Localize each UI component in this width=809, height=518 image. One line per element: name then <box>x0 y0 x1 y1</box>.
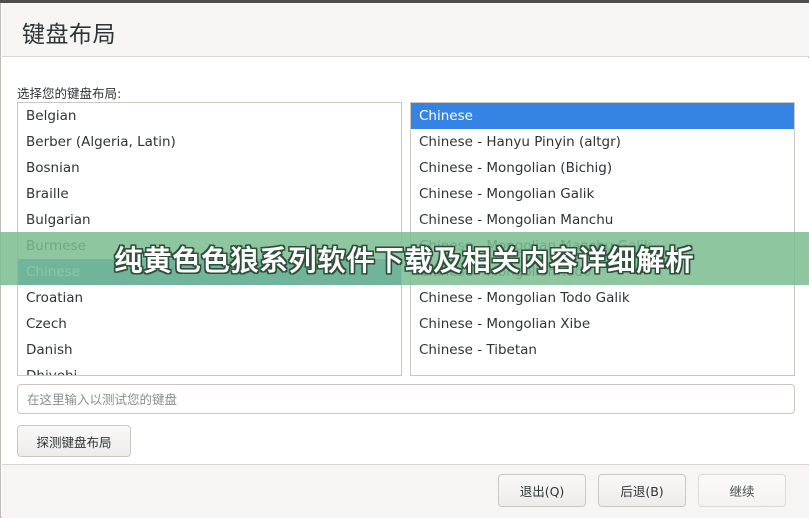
quit-button[interactable]: 退出(Q) <box>498 474 586 507</box>
main-content: 选择您的键盘布局: Belgian Berber (Algeria, Latin… <box>2 58 809 464</box>
page-title: 键盘布局 <box>22 22 116 48</box>
list-item[interactable]: Chinese - Mongolian (Bichig) <box>411 155 794 181</box>
keyboard-test-input[interactable] <box>17 384 795 414</box>
back-button[interactable]: 后退(B) <box>598 474 686 507</box>
window-header: 键盘布局 <box>2 3 809 57</box>
list-item[interactable]: Chinese - Mongolian Xibe <box>411 311 794 337</box>
list-item[interactable]: Bosnian <box>18 155 401 181</box>
keyboard-layout-window: 键盘布局 选择您的键盘布局: Belgian Berber (Algeria, … <box>0 0 809 518</box>
window-body: 键盘布局 选择您的键盘布局: Belgian Berber (Algeria, … <box>0 3 809 518</box>
list-item[interactable]: Dhivehi <box>18 363 401 375</box>
list-item[interactable]: Bulgarian <box>18 207 401 233</box>
layout-field-label: 选择您的键盘布局: <box>17 86 122 101</box>
list-item-selected[interactable]: Chinese <box>411 103 794 129</box>
list-item[interactable]: Chinese - Tibetan <box>411 337 794 363</box>
list-item[interactable]: Croatian <box>18 285 401 311</box>
list-item[interactable]: Chinese - Mongolian Galik <box>411 181 794 207</box>
action-bar: 退出(Q) 后退(B) 继续 <box>2 464 809 518</box>
continue-button[interactable]: 继续 <box>698 474 786 507</box>
keyboard-variant-list[interactable]: Chinese Chinese - Hanyu Pinyin (altgr) C… <box>410 102 795 376</box>
list-item[interactable]: Czech <box>18 311 401 337</box>
list-item[interactable]: Chinese - Mongolian Todo <box>411 259 794 285</box>
list-item[interactable]: Chinese - Hanyu Pinyin (altgr) <box>411 129 794 155</box>
detect-layout-button[interactable]: 探测键盘布局 <box>17 425 131 457</box>
list-item[interactable]: Danish <box>18 337 401 363</box>
list-item[interactable]: Burmese <box>18 233 401 259</box>
list-item-selected[interactable]: Chinese <box>18 259 401 285</box>
list-item[interactable]: Chinese - Mongolian Manchu <box>411 207 794 233</box>
keyboard-layout-list[interactable]: Belgian Berber (Algeria, Latin) Bosnian … <box>17 102 402 376</box>
list-item[interactable]: Belgian <box>18 103 401 129</box>
list-item[interactable]: Chinese - Mongolian Todo Galik <box>411 285 794 311</box>
list-item[interactable]: Chinese - Mongolian Manchu Galik <box>411 233 794 259</box>
list-item[interactable]: Braille <box>18 181 401 207</box>
list-item[interactable]: Berber (Algeria, Latin) <box>18 129 401 155</box>
